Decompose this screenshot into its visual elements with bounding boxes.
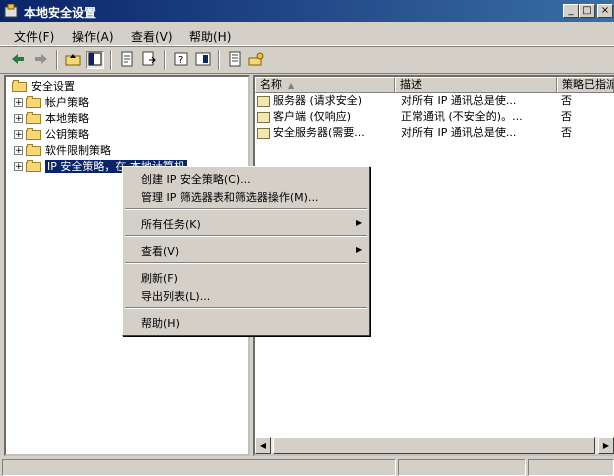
menu-item-view[interactable]: 查看(V) <box>141 243 179 259</box>
app-icon[interactable] <box>4 3 18 18</box>
submenu-arrow-icon: ▶ <box>356 218 363 227</box>
column-header-assigned[interactable]: 策略已指派 <box>557 77 614 93</box>
scroll-left-icon: ◀ <box>259 441 267 450</box>
tree-item-public-key-policy[interactable]: + 公钥策略 <box>14 126 89 142</box>
window-title: 本地安全设置 <box>24 6 97 20</box>
menu-view[interactable]: 查看(V) <box>131 28 173 45</box>
menu-separator <box>125 262 367 264</box>
folder-icon <box>26 112 42 124</box>
menu-separator <box>125 307 367 309</box>
expand-icon[interactable]: + <box>14 113 23 123</box>
list-item[interactable]: 服务器 (请求安全) 对所有 IP 通讯总是使... 否 <box>257 93 614 109</box>
tree-item-local-policy[interactable]: + 本地策略 <box>14 110 89 126</box>
toolbar-separator <box>110 50 112 70</box>
menu-item-manage-filters[interactable]: 管理 IP 筛选器表和筛选器操作(M)... <box>141 189 318 205</box>
toolbar-separator <box>218 50 220 70</box>
policy-icon <box>257 111 270 123</box>
status-panel-main <box>2 459 396 476</box>
menu-item-refresh[interactable]: 刷新(F) <box>141 270 178 286</box>
show-hide-tree-icon[interactable] <box>86 51 104 69</box>
maximize-icon: □ <box>582 5 592 16</box>
tree-item-software-restriction[interactable]: + 软件限制策略 <box>14 142 111 158</box>
list-item[interactable]: 安全服务器(需要... 对所有 IP 通讯总是使... 否 <box>257 125 614 141</box>
up-level-icon[interactable] <box>64 51 82 69</box>
export-list-icon[interactable] <box>140 51 158 69</box>
expand-icon[interactable]: + <box>14 97 23 107</box>
minimize-icon: _ <box>568 5 574 16</box>
menu-item-create-policy[interactable]: 创建 IP 安全策略(C)... <box>141 171 251 187</box>
close-icon: × <box>600 5 610 16</box>
help-icon[interactable]: ? <box>172 51 190 69</box>
tree-item-account-policy[interactable]: + 帐户策略 <box>14 94 89 110</box>
ipsec-policy-icon <box>26 160 42 172</box>
policy-icon <box>257 127 270 139</box>
properties-icon[interactable] <box>118 51 136 69</box>
status-panel-tertiary <box>528 459 614 476</box>
scroll-right-button[interactable]: ▶ <box>598 437 614 454</box>
scroll-left-button[interactable]: ◀ <box>255 437 271 454</box>
svg-text:?: ? <box>178 55 183 66</box>
console-icon[interactable] <box>194 51 212 69</box>
minimize-button[interactable]: _ <box>563 4 579 18</box>
menu-item-export-list[interactable]: 导出列表(L)... <box>141 288 210 304</box>
folder-icon <box>26 96 42 108</box>
expand-icon[interactable]: + <box>14 129 23 139</box>
scroll-right-icon: ▶ <box>602 441 610 450</box>
toolbar-separator <box>164 50 166 70</box>
list-item[interactable]: 客户端 (仅响应) 正常通讯 (不安全的)。... 否 <box>257 109 614 125</box>
toolbar-separator <box>56 50 58 70</box>
security-settings-icon <box>12 80 28 92</box>
sort-ascending-icon: ▲ <box>288 81 295 90</box>
forward-icon[interactable] <box>32 51 50 69</box>
column-header-name[interactable]: 名称 ▲ <box>255 77 395 93</box>
ipsec-icon[interactable] <box>248 51 266 69</box>
close-button[interactable]: × <box>597 4 613 18</box>
column-header-description[interactable]: 描述 <box>395 77 557 93</box>
expand-icon[interactable]: + <box>14 161 23 171</box>
expand-icon[interactable]: + <box>14 145 23 155</box>
submenu-arrow-icon: ▶ <box>356 245 363 254</box>
menu-separator <box>125 208 367 210</box>
menu-separator <box>125 235 367 237</box>
menu-file[interactable]: 文件(F) <box>14 28 54 45</box>
policy-icon <box>257 95 270 107</box>
menu-action[interactable]: 操作(A) <box>72 28 114 45</box>
back-icon[interactable] <box>9 51 27 69</box>
menu-item-help[interactable]: 帮助(H) <box>141 315 180 331</box>
scroll-thumb[interactable] <box>273 437 595 454</box>
folder-icon <box>26 144 42 156</box>
menu-item-all-tasks[interactable]: 所有任务(K) <box>141 216 201 232</box>
folder-icon <box>26 128 42 140</box>
maximize-button[interactable]: □ <box>579 4 595 18</box>
status-panel-secondary <box>398 459 526 476</box>
policy-icon[interactable] <box>226 51 244 69</box>
menu-help[interactable]: 帮助(H) <box>189 28 231 45</box>
tree-root[interactable]: 安全设置 <box>12 78 75 94</box>
